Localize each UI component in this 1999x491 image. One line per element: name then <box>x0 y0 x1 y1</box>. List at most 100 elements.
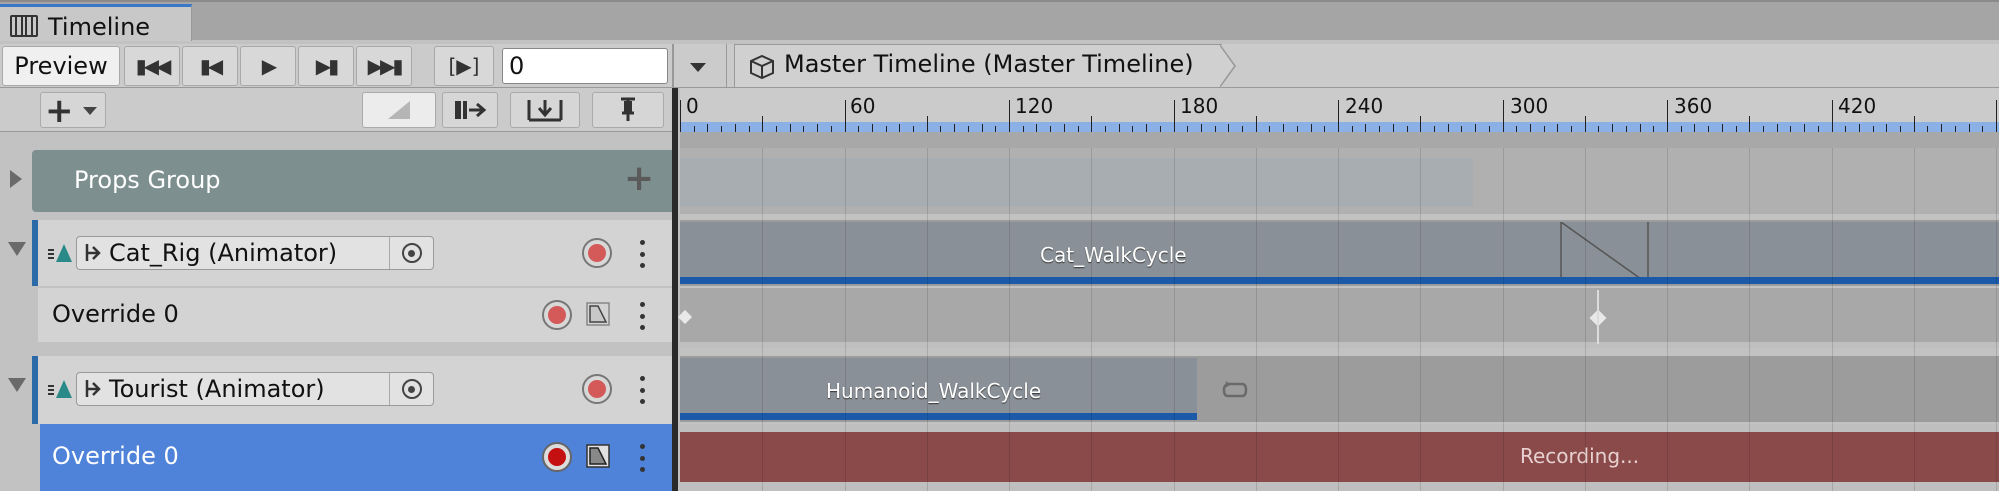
grid-line <box>1420 148 1422 491</box>
ruler-tick <box>1913 116 1915 132</box>
breadcrumb-label: Master Timeline (Master Timeline) <box>784 50 1194 78</box>
ruler-tick <box>1447 124 1449 132</box>
breadcrumb-arrow-fill <box>1219 45 1234 87</box>
timeline-toolbar: Preview ▮◀◀ ▮◀ ▶ ▶▮ ▶▶▮ [▶] 0 Master Tim… <box>0 44 1999 88</box>
override-track-header-selected[interactable]: Override 0 <box>0 424 672 491</box>
go-to-start-icon: ▮◀◀ <box>135 54 172 78</box>
curves-toggle-button[interactable] <box>362 92 436 128</box>
recording-clip[interactable] <box>680 432 1999 482</box>
object-picker-button[interactable] <box>389 237 433 269</box>
timeline-gap <box>680 132 1999 148</box>
go-to-end-button[interactable]: ▶▶▮ <box>356 46 412 86</box>
animator-icon <box>85 244 101 261</box>
animator-icon <box>85 380 101 397</box>
ruler-tick <box>817 124 819 132</box>
clip-progress-bar <box>680 277 1999 284</box>
breadcrumb[interactable]: Master Timeline (Master Timeline) <box>734 44 1236 88</box>
film-icon <box>10 15 38 37</box>
record-icon <box>588 244 606 262</box>
frame-input[interactable]: 0 <box>502 48 668 84</box>
window-tab-bar <box>0 0 1999 40</box>
track-group-header[interactable]: Props Group + <box>0 148 672 214</box>
ripple-icon <box>527 100 563 122</box>
ruler-tick <box>1721 124 1723 132</box>
curve-toggle-icon <box>388 101 410 119</box>
previous-frame-button[interactable]: ▮◀ <box>182 46 238 86</box>
header-splitter[interactable] <box>672 88 678 491</box>
ruler-tick <box>1941 124 1943 132</box>
record-button[interactable] <box>542 300 572 330</box>
group-label: Props Group <box>74 166 221 194</box>
override-timeline-row[interactable] <box>680 288 1999 348</box>
ruler-tick <box>1502 100 1504 132</box>
recording-label: Recording... <box>1520 444 1640 468</box>
chevron-down-icon <box>690 62 706 72</box>
lock-position-button[interactable] <box>592 92 664 128</box>
ruler-tick <box>899 124 901 132</box>
curve-icon[interactable] <box>586 444 610 468</box>
grid-line <box>762 148 764 491</box>
object-picker-button[interactable] <box>389 373 433 405</box>
track-menu-icon[interactable] <box>638 302 646 330</box>
next-frame-button[interactable]: ▶▮ <box>298 46 354 86</box>
play-icon: ▶ <box>261 54 277 78</box>
preview-button[interactable]: Preview <box>2 46 120 86</box>
expand-icon[interactable] <box>10 170 22 188</box>
grid-line <box>1996 148 1997 491</box>
record-icon <box>588 380 606 398</box>
animation-track-icon <box>48 380 72 398</box>
curve-icon[interactable] <box>586 302 610 326</box>
go-to-start-button[interactable]: ▮◀◀ <box>124 46 180 86</box>
ruler-tick <box>954 124 956 132</box>
add-icon: + <box>45 91 74 131</box>
animator-binding-field[interactable]: Cat_Rig (Animator) <box>76 236 434 270</box>
ruler-tick <box>1612 124 1614 132</box>
track-header-tourist[interactable]: Tourist (Animator) <box>0 356 672 424</box>
ruler-tick <box>1392 124 1394 132</box>
collapse-icon[interactable] <box>8 378 26 392</box>
header-gap <box>0 132 672 148</box>
tab-title: Timeline <box>48 13 151 41</box>
grid-line <box>1173 148 1175 491</box>
animation-clip-cat-walkcycle[interactable] <box>680 222 1999 284</box>
play-button[interactable]: ▶ <box>240 46 296 86</box>
track-header-cat-rig[interactable]: Cat_Rig (Animator) <box>0 220 672 286</box>
override-track-header[interactable]: Override 0 <box>0 288 672 348</box>
ruler-tick <box>1338 100 1339 132</box>
grid-line <box>1584 148 1586 491</box>
divider <box>726 44 727 88</box>
record-button[interactable] <box>582 238 612 268</box>
clip-progress-bar <box>680 413 1197 420</box>
animator-binding-field[interactable]: Tourist (Animator) <box>76 372 434 406</box>
ruler-tick <box>1420 116 1422 132</box>
track-menu-icon[interactable] <box>638 376 646 404</box>
ruler-tick <box>1529 124 1531 132</box>
ruler-tick <box>1036 124 1038 132</box>
ruler-tick <box>1886 124 1888 132</box>
ruler-tick <box>1200 124 1202 132</box>
previous-frame-icon: ▮◀ <box>199 54 223 78</box>
play-range-button[interactable]: [▶] <box>434 46 494 86</box>
collapse-icon[interactable] <box>8 242 26 256</box>
track-menu-icon[interactable] <box>638 240 646 268</box>
ruler-tick <box>707 124 709 132</box>
cube-icon <box>750 54 774 80</box>
next-frame-icon: ▶▮ <box>315 54 339 78</box>
record-button[interactable] <box>582 374 612 404</box>
timeline-tab[interactable]: Timeline <box>0 4 192 41</box>
ruler-tick <box>1173 100 1175 132</box>
snap-button[interactable] <box>442 92 498 128</box>
ruler-tick <box>1365 124 1367 132</box>
ruler-tick <box>1310 124 1312 132</box>
record-icon <box>548 448 566 466</box>
add-icon[interactable]: + <box>624 158 654 199</box>
ripple-button[interactable] <box>510 92 580 128</box>
track-menu-icon[interactable] <box>638 444 646 472</box>
grid-line <box>1255 148 1257 491</box>
go-to-end-icon: ▶▶▮ <box>367 54 404 78</box>
add-track-button[interactable]: + <box>40 91 106 131</box>
ruler-tick <box>789 124 791 132</box>
record-button-active[interactable] <box>542 442 572 472</box>
timeline-dropdown-button[interactable] <box>676 50 720 84</box>
grid-line <box>1009 148 1010 491</box>
